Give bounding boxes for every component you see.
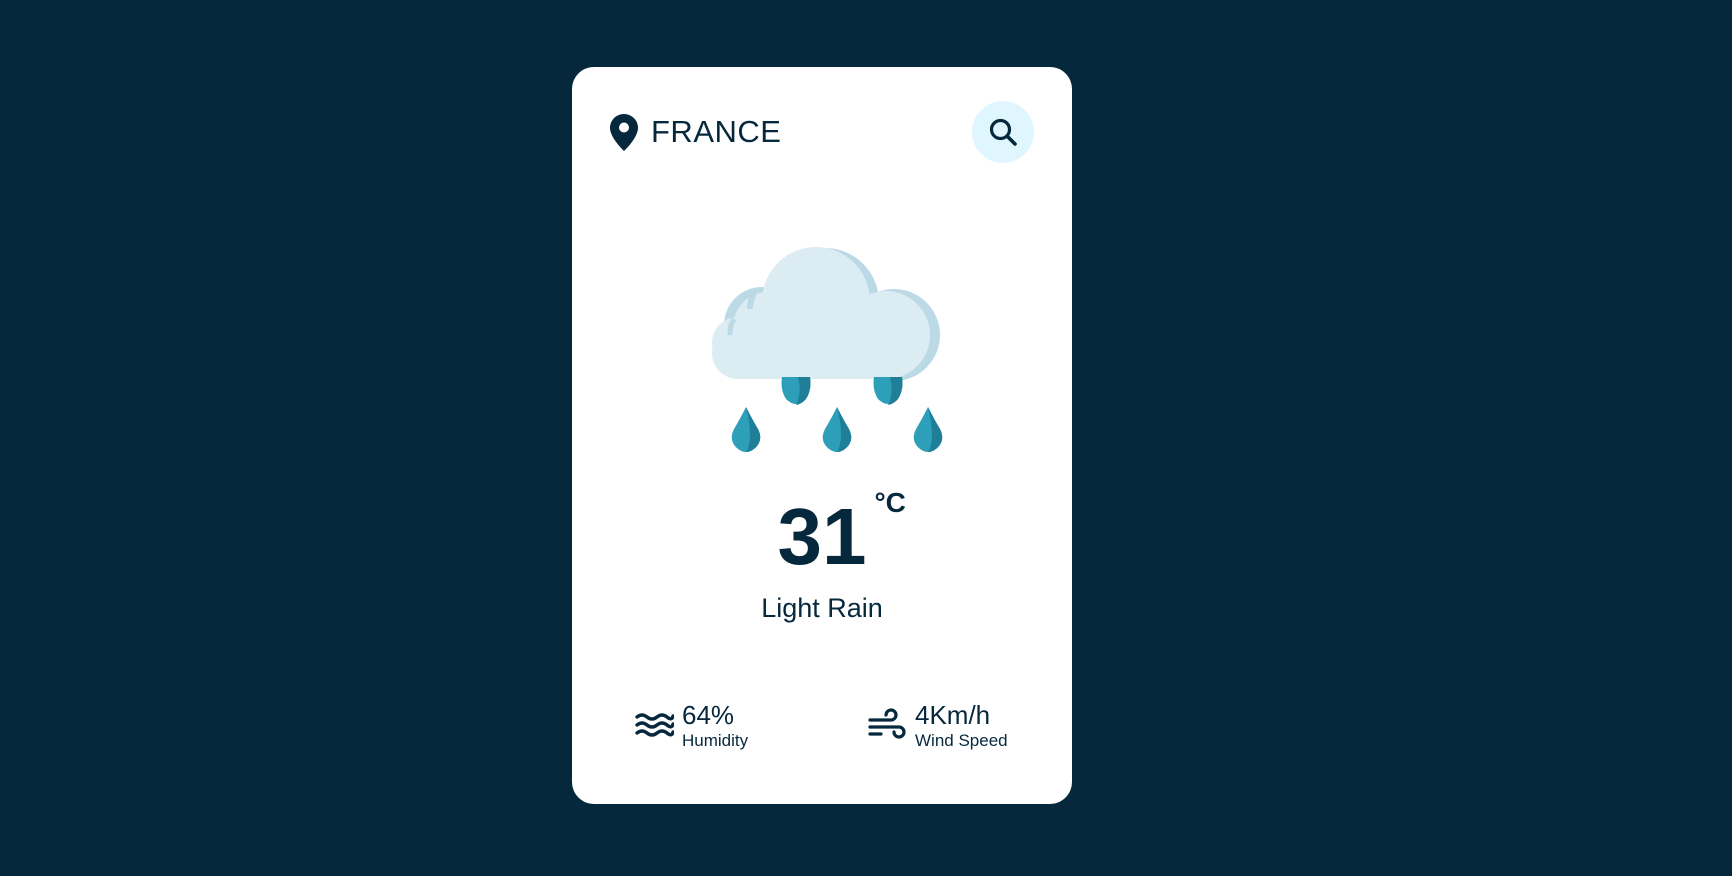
location-name: FRANCE [651, 114, 782, 149]
wind-detail: 4Km/h Wind Speed [867, 700, 1008, 752]
temperature-value: 31 °C [777, 487, 906, 581]
search-icon [988, 117, 1018, 147]
humidity-label: Humidity [682, 731, 749, 750]
cloud-rain-icon [694, 247, 950, 457]
search-button[interactable] [972, 101, 1034, 163]
wind-icon [867, 706, 907, 746]
weather-card: FRANCE 31 °C Light Rain 64% Humidity 4Km… [572, 67, 1072, 804]
humidity-detail: 64% Humidity [634, 700, 748, 752]
weather-details: 64% Humidity 4Km/h Wind Speed [572, 700, 1072, 760]
weather-condition: Light Rain [761, 593, 883, 623]
water-waves-icon [634, 706, 675, 746]
card-header: FRANCE [610, 101, 1034, 163]
location-pin-icon [610, 113, 638, 151]
temperature-block: 31 °C [572, 487, 1072, 587]
wind-speed-value: 4Km/h [915, 700, 991, 730]
location: FRANCE [610, 101, 781, 163]
temperature-unit: °C [874, 487, 906, 518]
wind-speed-label: Wind Speed [915, 731, 1008, 750]
humidity-value: 64% [682, 700, 735, 730]
